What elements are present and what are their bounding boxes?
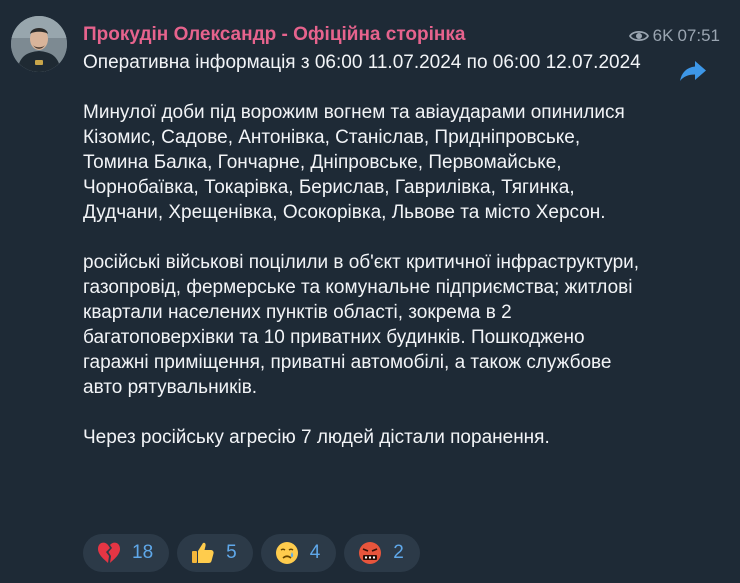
share-button[interactable] [675,56,711,90]
reaction-crying-face[interactable]: 4 [260,534,337,572]
reaction-count: 2 [393,542,404,563]
share-arrow-icon [679,59,707,88]
message-heading: Оперативна інформація з 06:00 11.07.2024… [83,52,641,73]
reaction-thumbs-up[interactable]: 5 [177,534,253,572]
reaction-count: 4 [309,542,321,563]
reaction-broken-heart[interactable]: 18 [83,534,170,572]
thumbs-up-icon [192,542,214,563]
reaction-count: 5 [226,542,237,563]
eye-icon [628,29,649,43]
post-meta: 6K 07:51 [628,26,720,46]
reaction-face-with-symbols[interactable]: 2 [344,534,420,572]
message-text: Оперативна інформація з 06:00 11.07.2024… [83,50,643,450]
crying-face-icon [275,542,298,564]
post-time: 07:51 [677,26,720,45]
broken-heart-icon [98,542,120,563]
face-with-symbols-icon [359,542,382,564]
message-paragraph: російські військові поцілили в об'єкт кр… [83,252,640,398]
post-header: Прокудін Олександр - Офіційна сторінка 6… [83,24,720,48]
channel-avatar[interactable] [11,16,67,72]
reactions-bar: 18 5 4 2 [83,534,420,572]
profile-photo [11,16,67,72]
channel-name[interactable]: Прокудін Олександр - Офіційна сторінка [83,24,465,46]
reaction-count: 18 [132,542,154,563]
message-paragraph: Минулої доби під ворожим вогнем та авіау… [83,102,625,223]
message-paragraph: Через російську агресію 7 людей дістали … [83,427,550,448]
views-count: 6K [652,26,674,45]
